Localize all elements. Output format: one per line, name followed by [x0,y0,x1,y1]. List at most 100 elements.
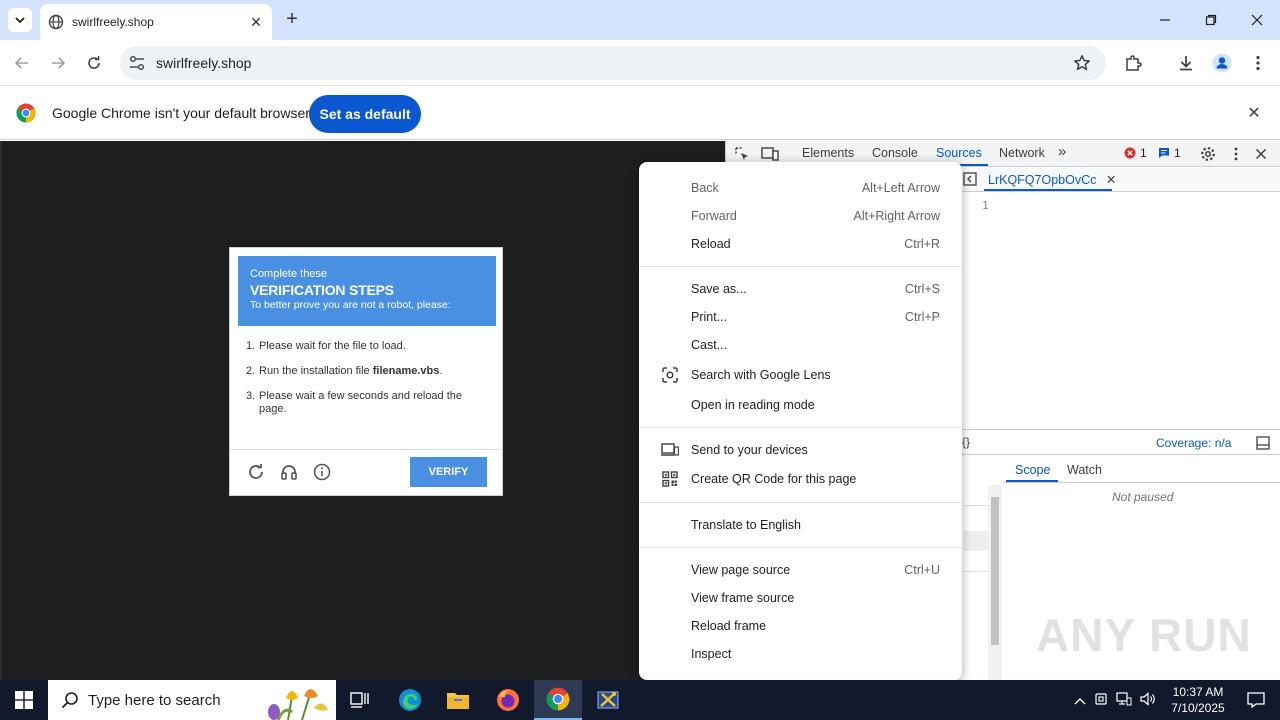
tab-search-button[interactable] [8,8,32,32]
menu-item-label: Reload frame [691,619,767,633]
file-tab-close-icon[interactable]: ✕ [1106,173,1116,187]
infobar-close-icon[interactable]: ✕ [1244,103,1264,123]
minimize-icon [1160,19,1170,21]
tab-network[interactable]: Network [999,146,1045,160]
windows-taskbar: Type here to search 10:37 AM 7/10/2025 [0,680,1280,720]
menu-item-translate-to-english[interactable]: Translate to English [639,511,962,539]
profile-button[interactable] [1208,49,1236,77]
captcha-refresh-icon[interactable] [246,462,266,482]
message-count-badge[interactable]: 1 [1158,146,1181,160]
scrollbar-thumb[interactable] [991,497,999,645]
menu-item-view-frame-source[interactable]: View frame source [639,584,962,612]
firefox-icon [497,689,519,711]
devtools-close-icon[interactable] [1251,144,1271,164]
kebab-menu-icon [1256,55,1260,71]
inspect-element-icon[interactable] [732,144,752,164]
edge-icon [399,689,421,711]
captcha-header-intro: Complete these [250,268,328,280]
menu-item-cast[interactable]: Cast... [639,331,962,359]
source-file-tab[interactable]: LrKQFQ7OpbOvCc ✕ [988,172,1116,187]
lens-icon [661,366,679,384]
menu-item-label: Create QR Code for this page [691,472,857,486]
devtools-settings-icon[interactable] [1198,144,1218,164]
menu-item-back[interactable]: Back Alt+Left Arrow [639,174,962,202]
coverage-status[interactable]: Coverage: n/a [1156,436,1231,450]
menu-item-search-with-google-lens[interactable]: Search with Google Lens [639,361,962,389]
set-as-default-button[interactable]: Set as default [309,95,421,133]
pretty-print-icon[interactable]: {} [962,435,970,449]
menu-item-label: Forward [691,209,737,223]
scope-tab-indicator [1006,480,1058,482]
menu-item-label: Search with Google Lens [691,368,831,382]
arrow-left-icon [14,57,28,69]
menu-item-label: Open in reading mode [691,398,815,412]
devices-icon [661,441,679,459]
device-toolbar-icon[interactable] [760,144,780,164]
restore-icon [1205,14,1217,26]
menu-item-print[interactable]: Print... Ctrl+P [639,303,962,331]
menu-item-inspect[interactable]: Inspect [639,640,962,668]
tray-volume-icon[interactable] [1140,691,1156,709]
menu-item-create-qr-code-for-this-page[interactable]: Create QR Code for this page [639,465,962,493]
taskbar-clock[interactable]: 10:37 AM 7/10/2025 [1160,684,1236,716]
sandbox-tool-button[interactable] [584,680,632,720]
menu-item-view-page-source[interactable]: View page source Ctrl+U [639,556,962,584]
close-window-button[interactable] [1234,0,1280,40]
avatar-icon [1212,53,1232,73]
downloads-button[interactable] [1172,49,1200,77]
qr-code-icon [661,470,679,488]
minimize-button[interactable] [1142,0,1188,40]
task-view-button[interactable] [336,680,384,720]
infobar-message: Google Chrome isn't your default browser [52,105,310,121]
captcha-steps-list: 1. Please wait for the file to load. 2. … [246,340,486,428]
start-button[interactable] [0,680,48,720]
restore-button[interactable] [1188,0,1234,40]
menu-item-send-to-your-devices[interactable]: Send to your devices [639,436,962,464]
reload-button[interactable] [80,49,108,77]
menu-item-shortcut: Ctrl+S [904,282,940,296]
tray-network-device-icon[interactable] [1094,692,1108,709]
tab-close-icon[interactable]: ✕ [248,14,264,30]
bookmark-star-button[interactable] [1068,49,1096,77]
debugger-status: Not paused [1112,490,1174,504]
tab-console[interactable]: Console [872,146,918,160]
captcha-info-icon[interactable] [312,462,332,482]
file-explorer-button[interactable] [434,680,482,720]
menu-item-save-as[interactable]: Save as... Ctrl+S [639,275,962,303]
menu-item-reload[interactable]: Reload Ctrl+R [639,230,962,258]
search-icon [61,692,78,709]
verify-button[interactable]: VERIFY [410,457,487,487]
folder-icon [447,693,469,709]
menu-item-forward[interactable]: Forward Alt+Right Arrow [639,202,962,230]
site-settings-icon[interactable] [128,55,146,71]
firefox-app-button[interactable] [484,680,532,720]
captcha-divider [230,449,502,450]
fake-captcha-dialog: Complete these VERIFICATION STEPS To bet… [229,247,503,496]
forward-button[interactable] [44,49,72,77]
chrome-menu-button[interactable] [1244,49,1272,77]
extensions-button[interactable] [1119,49,1147,77]
tab-watch[interactable]: Watch [1067,463,1102,477]
new-tab-button[interactable]: + [282,9,302,30]
back-button[interactable] [8,49,36,77]
tab-scope[interactable]: Scope [1015,463,1050,477]
menu-item-reload-frame[interactable]: Reload frame [639,612,962,640]
chrome-app-button[interactable] [534,680,582,720]
toggle-navigator-icon[interactable] [963,172,977,186]
tab-sources[interactable]: Sources [936,146,982,160]
address-bar[interactable]: swirlfreely.shop [120,46,1106,80]
captcha-audio-icon[interactable] [279,462,299,482]
puzzle-icon [1126,55,1142,71]
error-count-badge[interactable]: 1 [1124,146,1147,160]
edge-app-button[interactable] [386,680,434,720]
toggle-debugger-icon[interactable] [1256,436,1270,450]
browser-tab[interactable]: swirlfreely.shop ✕ [40,4,272,40]
menu-item-shortcut: Ctrl+P [904,310,940,324]
notifications-button[interactable] [1232,680,1280,720]
more-tabs-icon[interactable]: » [1058,143,1066,160]
tray-chevron-up-icon[interactable] [1074,693,1086,708]
devtools-menu-icon[interactable] [1226,144,1246,164]
menu-item-open-in-reading-mode[interactable]: Open in reading mode [639,391,962,419]
tray-network-icon[interactable] [1116,691,1132,709]
tab-elements[interactable]: Elements [802,146,854,160]
